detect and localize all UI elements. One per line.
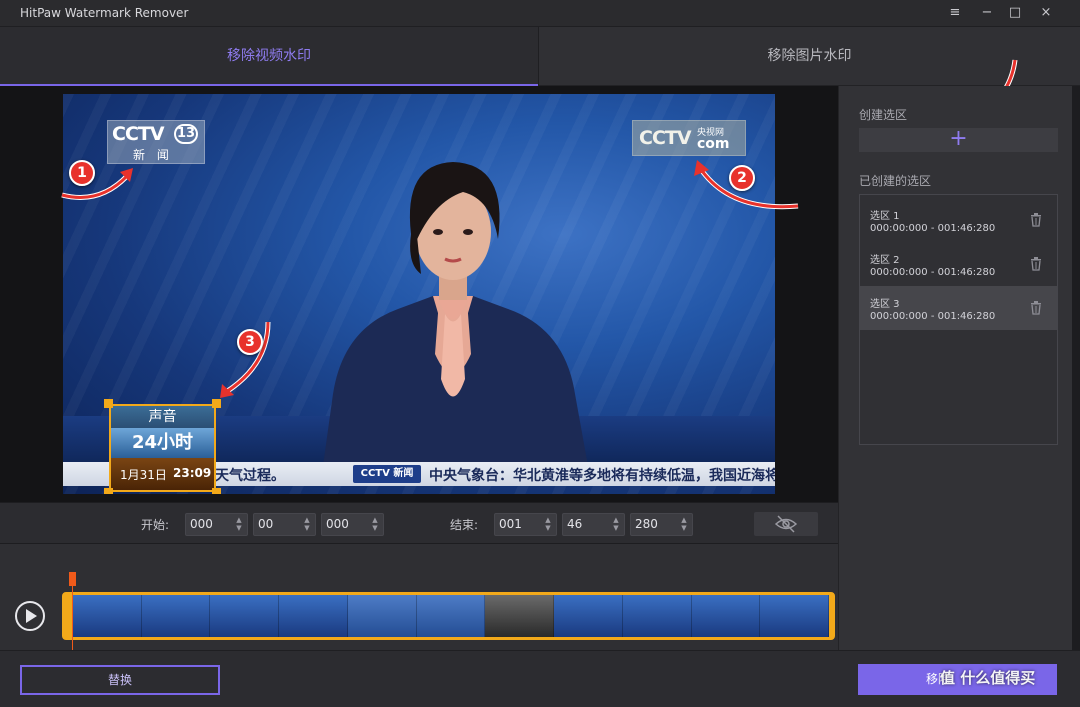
cctvcom-brand: CCTV <box>639 127 692 149</box>
thumbnail-frame <box>279 595 348 637</box>
spinner-arrows-icon[interactable]: ▲ ▼ <box>544 516 552 532</box>
end-minute-spinner[interactable]: 46 ▲ ▼ <box>562 513 625 536</box>
annotation-marker-2: 2 <box>729 165 755 191</box>
program-footer: 1月31日 23:09 <box>111 458 214 490</box>
eye-off-icon <box>774 515 798 533</box>
end-minute-value: 46 <box>567 517 583 531</box>
selection-box-program-logo[interactable]: 声音 24小时 1月31日 23:09 <box>109 404 216 492</box>
play-button[interactable] <box>15 601 45 631</box>
playhead-line <box>72 586 73 650</box>
thumbnail-frame <box>416 595 486 637</box>
thumbnail-frame <box>760 595 830 637</box>
spinner-arrows-icon[interactable]: ▲ ▼ <box>371 516 379 532</box>
thumbnail-frame <box>485 595 555 637</box>
start-label: 开始: <box>141 518 170 532</box>
app-title: HitPaw Watermark Remover <box>20 6 189 20</box>
app-window: HitPaw Watermark Remover ≡ − □ × 移除视频水印 … <box>0 0 1080 707</box>
annotation-marker-1: 1 <box>69 160 95 186</box>
create-selection-label: 创建选区 <box>859 108 908 122</box>
list-item[interactable]: 选区 2 000:00:000 - 001:46:280 <box>860 242 1057 286</box>
menu-icon[interactable]: ≡ <box>944 3 966 23</box>
timeline-thumbnails <box>73 595 830 637</box>
end-hour-spinner[interactable]: 001 ▲ ▼ <box>494 513 557 536</box>
created-selections-label: 已创建的选区 <box>859 174 932 188</box>
start-minute-value: 00 <box>258 517 274 531</box>
trash-icon[interactable] <box>1030 301 1042 315</box>
video-preview-area: CCTV 13 新 闻 CCTV 央视网 com 雪冰冻天气过程。 CCTV 新… <box>0 86 838 502</box>
maximize-icon[interactable]: □ <box>1004 3 1026 23</box>
list-item[interactable]: 选区 1 000:00:000 - 001:46:280 <box>860 198 1057 242</box>
region-name: 选区 2 <box>870 255 900 266</box>
annotation-marker-3: 3 <box>237 329 263 355</box>
start-minute-spinner[interactable]: 00 ▲ ▼ <box>253 513 316 536</box>
window-edge <box>1072 86 1080 650</box>
program-line1: 声音 <box>111 406 214 428</box>
start-ms-spinner[interactable]: 000 ▲ ▼ <box>321 513 384 536</box>
minimize-icon[interactable]: − <box>976 3 998 23</box>
region-name: 选区 3 <box>870 299 900 310</box>
video-frame[interactable]: CCTV 13 新 闻 CCTV 央视网 com 雪冰冻天气过程。 CCTV 新… <box>63 94 775 494</box>
start-ms-value: 000 <box>326 517 349 531</box>
spinner-arrows-icon[interactable]: ▲ ▼ <box>303 516 311 532</box>
cctv13-watermark: CCTV 13 新 闻 <box>107 120 205 164</box>
close-icon[interactable]: × <box>1035 3 1057 23</box>
thumbnail-frame <box>554 595 623 637</box>
news-anchor-image <box>323 162 588 466</box>
selection-handle-top-left[interactable] <box>104 399 113 408</box>
timeline-strip[interactable] <box>62 592 835 640</box>
program-line2: 24小时 <box>111 428 214 458</box>
playhead-marker[interactable] <box>69 572 76 586</box>
spinner-arrows-icon[interactable]: ▲ ▼ <box>680 516 688 532</box>
selection-handle-bottom-left[interactable] <box>104 488 113 494</box>
add-selection-button[interactable]: + <box>859 128 1058 152</box>
start-hour-spinner[interactable]: 000 ▲ ▼ <box>185 513 248 536</box>
spinner-arrows-icon[interactable]: ▲ ▼ <box>235 516 243 532</box>
thumbnail-frame <box>691 595 761 637</box>
ticker-badge: CCTV 新闻 <box>353 465 421 483</box>
thumbnail-frame <box>622 595 692 637</box>
region-range: 000:00:000 - 001:46:280 <box>870 223 996 234</box>
cctvcom-suffix: com <box>697 136 730 152</box>
selection-handle-top-right[interactable] <box>212 399 221 408</box>
hide-selection-button[interactable] <box>754 512 818 536</box>
selection-sidebar: 创建选区 + 已创建的选区 选区 1 000:00:000 - 001:46:2… <box>838 86 1080 650</box>
cctv13-brand: CCTV <box>112 123 165 145</box>
mode-tabs: 移除视频水印 移除图片水印 <box>0 27 1080 86</box>
site-watermark: 值 什么值得买 <box>940 669 1036 687</box>
tab-remove-image-watermark[interactable]: 移除图片水印 <box>538 27 1080 86</box>
cctv13-channel: 13 <box>174 124 198 144</box>
thumbnail-frame <box>141 595 211 637</box>
play-icon <box>26 609 37 623</box>
region-range: 000:00:000 - 001:46:280 <box>870 267 996 278</box>
program-date: 1月31日 <box>120 468 167 482</box>
end-ms-spinner[interactable]: 280 ▲ ▼ <box>630 513 693 536</box>
title-bar: HitPaw Watermark Remover ≡ − □ × <box>0 0 1080 27</box>
selection-handle-bottom-right[interactable] <box>212 488 221 494</box>
spinner-arrows-icon[interactable]: ▲ ▼ <box>612 516 620 532</box>
bottom-bar: 替换 移除 值 什么值得买 <box>0 650 1080 707</box>
tab-remove-video-watermark[interactable]: 移除视频水印 <box>0 27 538 86</box>
thumbnail-frame <box>347 595 417 637</box>
cctv13-sub: 新 闻 <box>133 148 173 162</box>
thumbnail-frame <box>73 595 142 637</box>
trash-icon[interactable] <box>1030 257 1042 271</box>
program-time: 23:09 <box>173 466 212 480</box>
region-name: 选区 1 <box>870 211 900 222</box>
start-hour-value: 000 <box>190 517 213 531</box>
end-ms-value: 280 <box>635 517 658 531</box>
replace-button[interactable]: 替换 <box>20 665 220 695</box>
end-hour-value: 001 <box>499 517 522 531</box>
time-range-controls: 开始: 000 ▲ ▼ 00 ▲ ▼ 000 ▲ ▼ 结束: 001 ▲ ▼ 46 ▲ ▼ 280 ▲… <box>0 502 838 544</box>
trash-icon[interactable] <box>1030 213 1042 227</box>
end-label: 结束: <box>450 518 479 532</box>
cctv-com-watermark: CCTV 央视网 com <box>632 120 746 156</box>
timeline-panel <box>0 545 838 650</box>
ticker-text-right: 中央气象台：华北黄淮等多地将有持续低温，我国近海将 <box>429 468 775 484</box>
selection-list: 选区 1 000:00:000 - 001:46:280 选区 2 000:00… <box>859 194 1058 445</box>
list-item-selected[interactable]: 选区 3 000:00:000 - 001:46:280 <box>860 286 1057 330</box>
thumbnail-frame <box>210 595 280 637</box>
region-range: 000:00:000 - 001:46:280 <box>870 311 996 322</box>
